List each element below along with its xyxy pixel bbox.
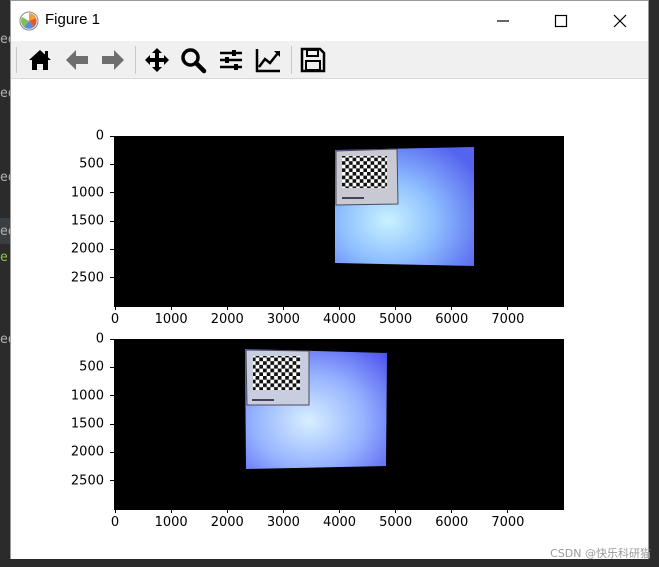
- save-button[interactable]: [299, 46, 327, 74]
- home-icon: [29, 50, 51, 70]
- x-tick-label: 3000: [266, 312, 300, 327]
- x-tick-label: 2000: [210, 312, 244, 327]
- y-tick-label: 1500: [70, 416, 104, 432]
- configure-subplots-icon: [220, 50, 242, 70]
- image-axes-2[interactable]: [115, 339, 564, 509]
- x-tick-label: 5000: [379, 312, 413, 327]
- x-tick-label: 0: [110, 312, 120, 327]
- x-tick-label: 4000: [322, 312, 357, 327]
- toolbar-separator: [135, 46, 136, 74]
- image-1: [335, 147, 474, 266]
- forward-button[interactable]: [99, 46, 127, 74]
- edit-axes-button[interactable]: [254, 46, 282, 74]
- card-caption: [252, 399, 274, 401]
- y-tick-mark: [110, 480, 114, 482]
- y-tick-mark: [110, 395, 114, 397]
- figure-window: Figure 1 0 1000 2000 3000 4000 5000 6000…: [10, 0, 649, 559]
- y-tick-label: 2000: [70, 444, 104, 460]
- checkerboard-pattern: [253, 356, 300, 390]
- x-tick-label: 6000: [435, 515, 469, 530]
- pan-move-icon: [145, 48, 169, 72]
- back-button[interactable]: [63, 46, 91, 74]
- x-tick-mark: [282, 306, 284, 310]
- x-tick-mark: [507, 509, 509, 513]
- x-tick-mark: [226, 509, 228, 513]
- x-tick-label: 4000: [322, 515, 357, 530]
- y-tick-label: 1500: [70, 213, 104, 229]
- y-tick-mark: [110, 451, 114, 453]
- y-tick-label: 2000: [70, 241, 104, 257]
- forward-arrow-icon: [102, 50, 124, 70]
- y-tick-label: 500: [79, 156, 104, 172]
- x-tick-label: 7000: [491, 312, 525, 327]
- x-tick-mark: [451, 509, 453, 513]
- navigation-toolbar: [11, 41, 648, 79]
- window-title: Figure 1: [45, 11, 101, 28]
- figure-canvas[interactable]: 0 1000 2000 3000 4000 5000 6000 7000 0 500 1000 150…: [11, 79, 648, 559]
- x-tick-mark: [170, 509, 172, 513]
- y-axis-spine: [114, 339, 115, 509]
- image-2: [245, 349, 387, 469]
- x-tick-mark: [114, 306, 116, 310]
- x-tick-mark: [114, 509, 116, 513]
- y-tick-mark: [110, 248, 114, 250]
- y-tick-mark: [110, 192, 114, 194]
- x-tick-label: 0: [110, 515, 120, 530]
- y-tick-mark: [110, 135, 114, 137]
- y-tick-mark: [110, 163, 114, 165]
- y-tick-label: 1000: [70, 185, 104, 201]
- zoom-magnifier-icon: [181, 48, 207, 74]
- x-tick-mark: [339, 509, 340, 513]
- edit-axes-icon: [255, 49, 280, 73]
- x-tick-mark: [226, 306, 228, 310]
- back-arrow-icon: [66, 50, 88, 70]
- close-icon[interactable]: [608, 9, 632, 33]
- y-tick-label: 0: [95, 331, 104, 347]
- x-tick-label: 5000: [379, 515, 413, 530]
- y-tick-mark: [110, 220, 114, 222]
- x-tick-mark: [451, 306, 453, 310]
- pan-button[interactable]: [143, 46, 171, 74]
- x-tick-mark: [395, 306, 397, 310]
- x-tick-mark: [395, 509, 397, 513]
- zoom-button[interactable]: [179, 46, 207, 74]
- x-tick-mark: [282, 509, 284, 513]
- y-tick-label: 500: [79, 359, 104, 375]
- x-tick-label: 6000: [435, 312, 469, 327]
- minimize-icon[interactable]: [491, 9, 515, 33]
- y-axis-spine: [114, 136, 115, 306]
- watermark: CSDN @快乐科研猫: [550, 547, 651, 560]
- y-tick-mark: [110, 338, 114, 340]
- y-tick-label: 0: [95, 128, 104, 144]
- y-tick-label: 1000: [70, 388, 104, 404]
- configure-subplots-button[interactable]: [217, 46, 245, 74]
- y-tick-mark: [110, 366, 114, 368]
- x-tick-label: 3000: [266, 515, 300, 530]
- y-tick-label: 2500: [70, 473, 104, 489]
- x-tick-mark: [170, 306, 172, 310]
- y-tick-mark: [110, 423, 114, 425]
- home-button[interactable]: [26, 46, 54, 74]
- checkerboard-pattern: [342, 156, 387, 188]
- y-tick-label: 2500: [70, 270, 104, 286]
- toolbar-separator: [291, 46, 292, 74]
- x-tick-label: 1000: [154, 515, 188, 530]
- toolbar-grip: [16, 47, 17, 73]
- x-tick-label: 7000: [491, 515, 525, 530]
- image-axes-1[interactable]: [115, 136, 564, 306]
- x-tick-mark: [339, 306, 340, 310]
- title-bar[interactable]: Figure 1: [11, 1, 648, 41]
- x-tick-label: 2000: [210, 515, 244, 530]
- y-tick-mark: [110, 277, 114, 279]
- maximize-icon[interactable]: [549, 9, 573, 33]
- card-caption: [342, 197, 364, 199]
- matplotlib-logo-icon: [19, 11, 39, 31]
- x-tick-mark: [507, 306, 509, 310]
- x-tick-label: 1000: [154, 312, 188, 327]
- save-figure-icon: [300, 47, 326, 73]
